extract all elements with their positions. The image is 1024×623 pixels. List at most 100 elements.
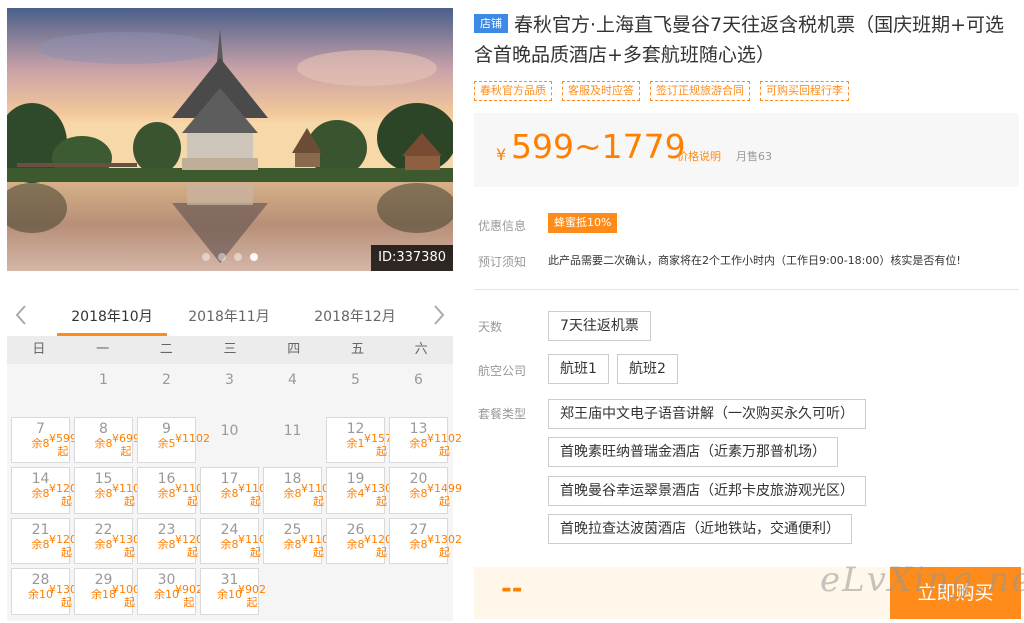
price-box: ¥ 599~1779 价格说明 月售63 (474, 113, 1019, 187)
calendar-day-25[interactable]: 25 ¥1102起 余8 (263, 517, 336, 564)
service-tag: 可购买回程行李 (760, 81, 849, 101)
day-number: 4 (288, 372, 297, 388)
calendar-day-17[interactable]: 17 ¥1102起 余8 (200, 467, 273, 514)
buy-price: -- (501, 574, 523, 604)
price-currency-symbol: ¥ (496, 145, 507, 164)
carousel-dot[interactable] (202, 253, 210, 261)
day-price: ¥902起 (175, 583, 203, 609)
weekday-wed: 三 (223, 342, 237, 357)
day-number: 2 (162, 372, 171, 388)
calendar-day-8[interactable]: 8 ¥699起 余8 (74, 416, 140, 463)
calendar-day-29[interactable]: 29 ¥1002起 余18 (74, 568, 147, 615)
carousel-dot[interactable] (218, 253, 226, 261)
price-note-link[interactable]: 价格说明 (677, 148, 721, 164)
calendar-day-19[interactable]: 19 ¥1302起 余4 (326, 467, 399, 514)
photo-id-label: ID:337380 (371, 245, 453, 271)
day-number: 6 (414, 372, 423, 388)
calendar-day-21[interactable]: 21 ¥1202起 余8 (11, 517, 84, 564)
promo-badge: 蜂蜜抵10% (548, 213, 618, 233)
package-option-hotel-3[interactable]: 首晚拉查达波茵酒店（近地铁站，交通便利） (548, 514, 852, 544)
airline-label: 航空公司 (478, 364, 527, 378)
calendar-day-3: 3 (198, 364, 261, 415)
month-tab-oct[interactable]: 2018年10月 (57, 306, 167, 336)
product-title: 春秋官方·上海直飞曼谷7天往返含税机票（国庆班期+可选含首晚品质酒店+多套航班随… (474, 14, 1005, 66)
day-price: ¥599起 (49, 431, 77, 458)
days-label: 天数 (478, 320, 503, 334)
airline-option-1[interactable]: 航班1 (548, 354, 609, 384)
day-number: 5 (351, 372, 360, 388)
weekday-mon: 一 (96, 342, 110, 357)
calendar-day-1: 1 (72, 364, 135, 415)
package-option-hotel-1[interactable]: 首晚素旺纳普瑞金酒店（近素万那普机场） (548, 437, 838, 467)
price-range: 599~1779 (511, 127, 686, 166)
month-tab-nov[interactable]: 2018年11月 (174, 306, 284, 336)
calendar-day-11: 11 (261, 415, 324, 466)
service-tag: 春秋官方品质 (474, 81, 552, 101)
product-header: 店铺 春秋官方·上海直飞曼谷7天往返含税机票（国庆班期+可选含首晚品质酒店+多套航… (474, 10, 1019, 70)
day-number: 3 (225, 372, 234, 388)
calendar-day-31[interactable]: 31 ¥902起 余10 (200, 568, 266, 615)
calendar-day-4: 4 (261, 364, 324, 415)
days-option-7day[interactable]: 7天往返机票 (548, 311, 651, 341)
calendar-day-9[interactable]: 9 ¥1102 余5 (137, 416, 210, 463)
divider (474, 289, 1019, 290)
calendar-day-10: 10 (198, 415, 261, 466)
service-tags: 春秋官方品质 客服及时应答 签订正规旅游合同 可购买回程行李 (474, 81, 849, 101)
calendar-day-empty (324, 566, 387, 617)
calendar-day-2: 2 (135, 364, 198, 415)
day-price: ¥1102起 (427, 431, 462, 458)
shop-badge[interactable]: 店铺 (474, 14, 508, 33)
prev-month-arrow-icon[interactable] (11, 302, 31, 328)
calendar-day-empty (387, 566, 450, 617)
calendar-day-26[interactable]: 26 ¥1202起 余8 (326, 517, 399, 564)
notice-text: 此产品需要二次确认，商家将在2个工作小时内（工作日9:00-18:00）核实是否… (548, 254, 961, 267)
product-title-block: 店铺 春秋官方·上海直飞曼谷7天往返含税机票（国庆班期+可选含首晚品质酒店+多套航… (474, 10, 1019, 70)
calendar-day-24[interactable]: 24 ¥1102起 余8 (200, 517, 273, 564)
day-number: 1 (99, 372, 108, 388)
package-option-hotel-2[interactable]: 首晚曼谷幸运翠景酒店（近邦卡皮旅游观光区） (548, 476, 866, 506)
month-tab-dec[interactable]: 2018年12月 (300, 306, 410, 336)
calendar-day-30[interactable]: 30 ¥902起 余10 (137, 568, 203, 615)
carousel-dot-active[interactable] (250, 253, 258, 261)
calendar-day-empty (261, 566, 324, 617)
product-photo[interactable]: ID:337380 (7, 8, 453, 271)
calendar-day-27[interactable]: 27 ¥1302起 余8 (389, 517, 462, 564)
day-price: ¥699起 (112, 431, 140, 458)
calendar-day-15[interactable]: 15 ¥1102起 余8 (74, 467, 147, 514)
day-price: ¥1499起 (427, 482, 462, 508)
airline-option-2[interactable]: 航班2 (617, 354, 678, 384)
carousel-dot[interactable] (234, 253, 242, 261)
calendar-day-16[interactable]: 16 ¥1102起 余8 (137, 467, 210, 514)
package-option-audio-guide[interactable]: 郑王庙中文电子语音讲解（一次购买永久可听） (548, 399, 866, 429)
month-switcher: 2018年10月 2018年11月 2018年12月 (7, 300, 453, 336)
calendar-day-14[interactable]: 14 ¥1202起 余8 (11, 467, 84, 514)
calendar-grid: 1 2 3 4 5 6 7 ¥599起 余8 8 ¥699起 余8 9 ¥1102 余5 1… (7, 364, 462, 617)
day-number: 11 (283, 422, 302, 439)
weekday-fri: 五 (350, 342, 364, 357)
price-calendar: 日 一 二 三 四 五 六 1 2 3 4 5 6 7 ¥599起 余8 8 ¥699… (7, 336, 462, 621)
monthly-sales: 月售63 (736, 150, 772, 163)
calendar-day-empty (9, 364, 72, 415)
calendar-day-18[interactable]: 18 ¥1102起 余8 (263, 467, 336, 514)
watermark: eLvXing.net (820, 560, 1024, 600)
calendar-day-7[interactable]: 7 ¥599起 余8 (11, 416, 77, 463)
service-tag: 签订正规旅游合同 (650, 81, 750, 101)
promo-label: 优惠信息 (478, 219, 527, 233)
calendar-day-28[interactable]: 28 ¥1302起 余10 (11, 568, 84, 615)
day-price: ¥1302起 (427, 532, 462, 559)
weekday-sat: 六 (414, 342, 428, 357)
weekday-header: 日 一 二 三 四 五 六 (7, 336, 453, 364)
calendar-day-5: 5 (324, 364, 387, 415)
calendar-day-20[interactable]: 20 ¥1499起 余8 (389, 467, 462, 514)
weekday-sun: 日 (32, 342, 46, 357)
notice-label: 预订须知 (478, 255, 527, 269)
calendar-day-22[interactable]: 22 ¥1302起 余8 (74, 517, 147, 564)
calendar-day-12[interactable]: 12 ¥1579起 余1 (326, 416, 399, 463)
calendar-day-6: 6 (387, 364, 450, 415)
next-month-arrow-icon[interactable] (429, 302, 449, 328)
package-label: 套餐类型 (478, 407, 527, 421)
service-tag: 客服及时应答 (562, 81, 640, 101)
calendar-day-23[interactable]: 23 ¥1202起 余8 (137, 517, 210, 564)
day-number: 10 (220, 422, 239, 439)
calendar-day-13[interactable]: 13 ¥1102起 余8 (389, 416, 462, 463)
